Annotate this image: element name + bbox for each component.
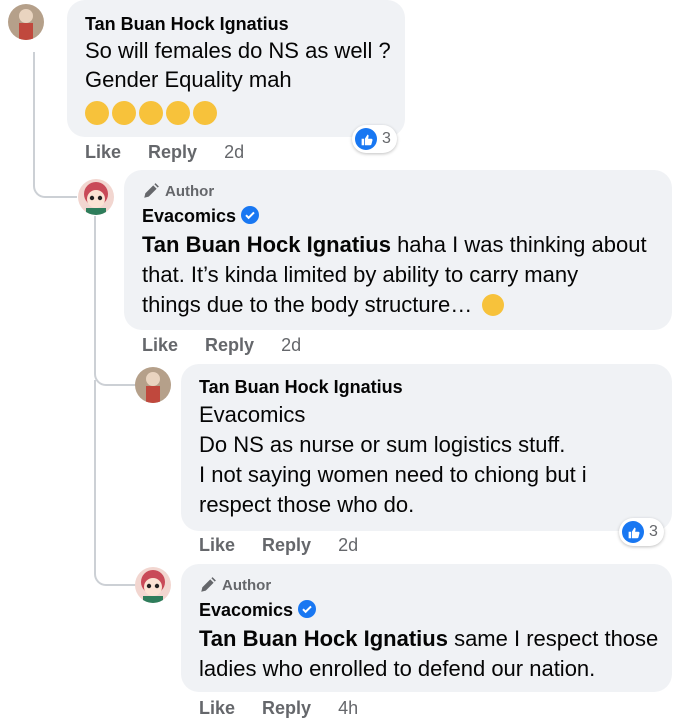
comment-author[interactable]: Tan Buan Hock Ignatius — [85, 14, 289, 35]
comment-text: respect those who do. — [199, 492, 415, 517]
reaction-number: 3 — [382, 130, 391, 147]
thread-line — [94, 380, 136, 586]
comment-author[interactable]: Evacomics — [199, 600, 317, 621]
pencil-icon — [144, 183, 159, 198]
avatar[interactable] — [78, 179, 114, 215]
comment-text: I not saying women need to chiong but i — [199, 462, 587, 487]
avatar[interactable] — [135, 567, 171, 603]
smirk-emoji-icon — [166, 101, 190, 125]
reply-button[interactable]: Reply — [205, 335, 254, 356]
author-badge-label: Author — [165, 182, 215, 200]
like-icon — [355, 128, 377, 150]
mention-link[interactable]: Tan Buan Hock Ignatius — [199, 626, 448, 651]
author-badge-label: Author — [222, 576, 272, 594]
like-button[interactable]: Like — [199, 698, 235, 719]
comment-text: that. It’s kinda limited by ability to c… — [142, 262, 579, 287]
timestamp[interactable]: 2d — [338, 535, 358, 556]
timestamp[interactable]: 2d — [224, 142, 244, 163]
reply-button[interactable]: Reply — [262, 535, 311, 556]
smirk-emoji-icon — [193, 101, 217, 125]
comment-text: Tan Buan Hock Ignatius same I respect th… — [199, 626, 659, 651]
mention-link[interactable]: Evacomics — [199, 401, 305, 429]
pencil-icon — [201, 577, 216, 592]
author-name[interactable]: Evacomics — [199, 600, 293, 620]
smirk-emoji-icon — [112, 101, 136, 125]
comment-actions: Like Reply 4h — [199, 698, 358, 719]
reaction-count[interactable]: 3 — [352, 125, 397, 153]
comment-author[interactable]: Evacomics — [142, 206, 260, 227]
avatar[interactable] — [8, 4, 44, 40]
reaction-count[interactable]: 3 — [619, 518, 664, 546]
comment-text: Do NS as nurse or sum logistics stuff. — [199, 432, 566, 457]
thinking-emoji-icon — [482, 294, 505, 316]
like-button[interactable]: Like — [199, 535, 235, 556]
comment-text: Gender Equality mah — [85, 67, 292, 92]
comment-author[interactable]: Tan Buan Hock Ignatius — [199, 377, 403, 398]
timestamp[interactable]: 4h — [338, 698, 358, 719]
like-button[interactable]: Like — [142, 335, 178, 356]
comment-actions: Like Reply 2d — [142, 335, 301, 356]
smirk-emoji-icon — [85, 101, 109, 125]
comment-text: So will females do NS as well ? — [85, 38, 391, 63]
verified-badge-icon — [298, 600, 317, 618]
emoji-row — [85, 101, 220, 125]
author-name[interactable]: Evacomics — [142, 206, 236, 226]
comment-text: Tan Buan Hock Ignatius haha I was thinki… — [142, 232, 647, 257]
reply-button[interactable]: Reply — [262, 698, 311, 719]
comment-actions: Like Reply 2d — [85, 142, 244, 163]
verified-badge-icon — [241, 206, 260, 224]
avatar[interactable] — [135, 367, 171, 403]
reply-button[interactable]: Reply — [148, 142, 197, 163]
comment-text: things due to the body structure… — [142, 291, 505, 319]
reaction-number: 3 — [649, 523, 658, 540]
mention-link[interactable]: Tan Buan Hock Ignatius — [142, 232, 391, 257]
author-badge: Author — [142, 182, 214, 200]
timestamp[interactable]: 2d — [281, 335, 301, 356]
comment-text: ladies who enrolled to defend our nation… — [199, 656, 596, 681]
author-badge: Author — [199, 576, 271, 594]
like-icon — [622, 521, 644, 543]
comment-actions: Like Reply 2d — [199, 535, 358, 556]
smirk-emoji-icon — [139, 101, 163, 125]
like-button[interactable]: Like — [85, 142, 121, 163]
